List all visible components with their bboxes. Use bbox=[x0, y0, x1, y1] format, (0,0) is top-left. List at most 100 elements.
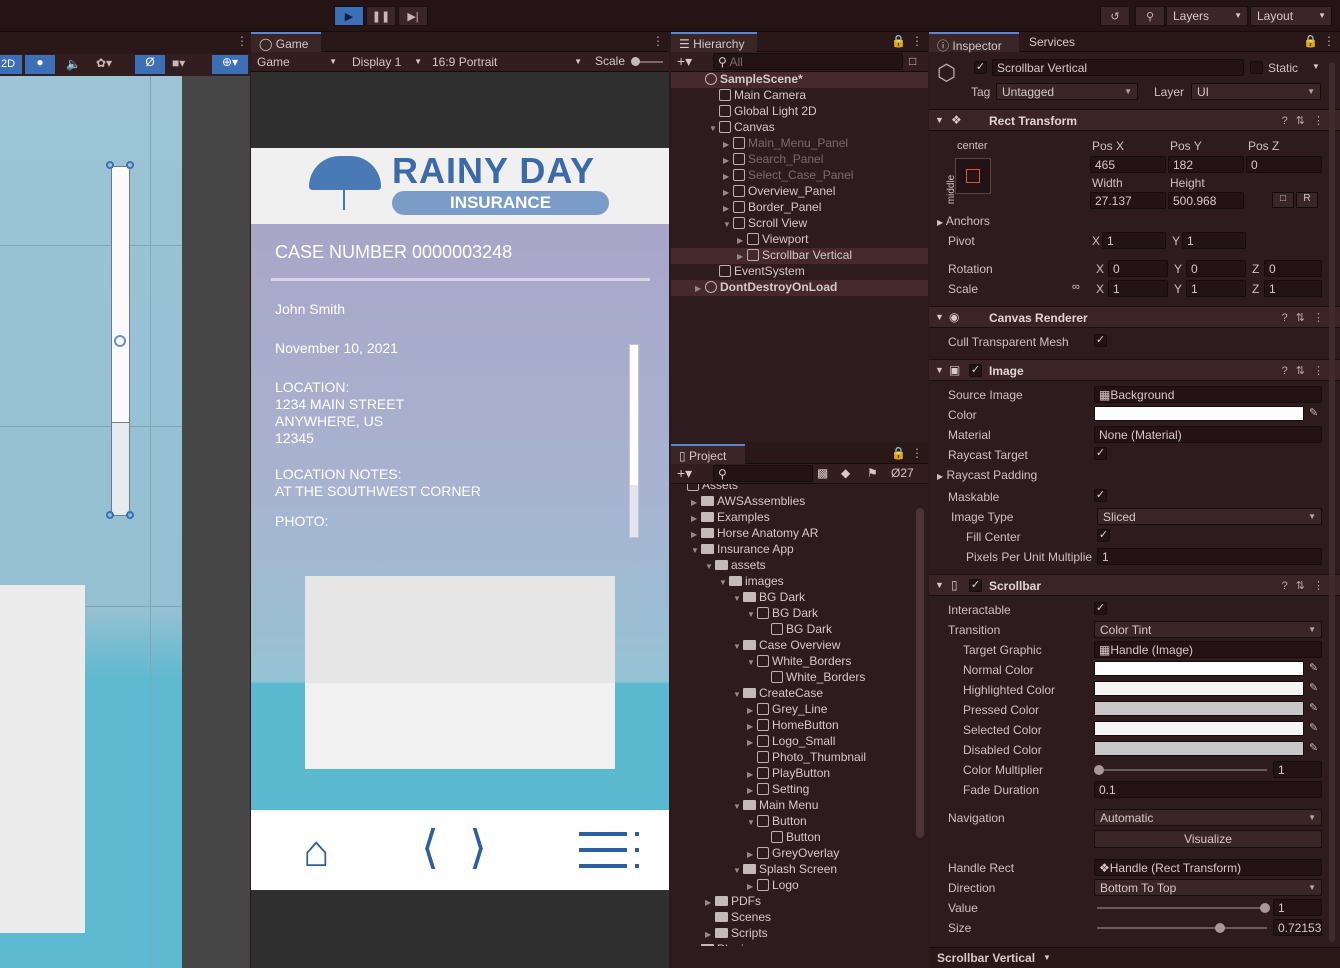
chevron-down-icon[interactable]: ▼ bbox=[709, 124, 719, 133]
chevron-right-icon[interactable]: ▶ bbox=[747, 882, 757, 891]
chevron-down-icon[interactable]: ▼ bbox=[733, 866, 743, 875]
pos-z-input[interactable]: 0 bbox=[1246, 156, 1322, 173]
chevron-down-icon[interactable]: ▼ bbox=[747, 658, 757, 667]
scene-menu-icon[interactable]: ⋮ bbox=[236, 34, 248, 48]
eyedropper-icon[interactable]: ✎ bbox=[1309, 406, 1318, 419]
layer-dropdown[interactable]: UI bbox=[1191, 83, 1321, 100]
project-item[interactable]: Photo_Thumbnail bbox=[671, 750, 915, 766]
lock-icon[interactable]: 🔒 bbox=[891, 34, 906, 48]
pause-button[interactable]: ❚❚ bbox=[366, 6, 396, 26]
raycast-target-checkbox[interactable]: ✓ bbox=[1094, 447, 1107, 460]
anchors-row[interactable]: ▶ Anchors bbox=[937, 214, 990, 228]
tab-game[interactable]: ◯ Game bbox=[251, 32, 321, 52]
hierarchy-menu-icon[interactable]: ⋮ bbox=[911, 34, 923, 48]
anchor-preset-button[interactable] bbox=[955, 158, 991, 194]
tab-services[interactable]: Services bbox=[1021, 32, 1091, 52]
chevron-right-icon[interactable]: ▶ bbox=[747, 738, 757, 747]
lock-icon[interactable]: 🔒 bbox=[1303, 34, 1318, 48]
scrollbar-enabled-checkbox[interactable]: ✓ bbox=[969, 579, 982, 592]
raw-edit-button[interactable]: R bbox=[1296, 192, 1318, 208]
eyedropper-icon[interactable]: ✎ bbox=[1309, 721, 1318, 734]
hierarchy-item[interactable]: ▶ Search_Panel bbox=[671, 152, 928, 168]
hierarchy-item[interactable]: ▶ DontDestroyOnLoad bbox=[671, 280, 928, 296]
component-icons[interactable]: ?⇅⋮ bbox=[1282, 114, 1332, 127]
menu-icon[interactable] bbox=[579, 832, 639, 870]
project-item[interactable]: ▼ Main Menu bbox=[671, 798, 915, 814]
display-dropdown[interactable]: Display 1 bbox=[348, 53, 426, 71]
hierarchy-item[interactable]: ▶ Main_Menu_Panel bbox=[671, 136, 928, 152]
chevron-right-icon[interactable]: ▶ bbox=[747, 786, 757, 795]
component-icons[interactable]: ?⇅⋮ bbox=[1282, 311, 1332, 324]
layout-dropdown[interactable]: Layout bbox=[1250, 6, 1332, 26]
fill-center-checkbox[interactable]: ✓ bbox=[1097, 529, 1110, 542]
size-input[interactable]: 0.72153 bbox=[1273, 919, 1322, 936]
hierarchy-item[interactable]: ▶ Scrollbar Vertical bbox=[671, 248, 928, 264]
chevron-down-icon[interactable]: ▼ bbox=[733, 802, 743, 811]
hierarchy-item[interactable]: ▼ Canvas bbox=[671, 120, 928, 136]
project-item[interactable]: ▼ Case Overview bbox=[671, 638, 915, 654]
blueprint-mode-icon[interactable]: □ bbox=[1272, 192, 1294, 208]
tab-project[interactable]: ▯ Project bbox=[671, 444, 745, 464]
history-button[interactable]: ↺ bbox=[1100, 6, 1130, 26]
chevron-down-icon[interactable]: ▼ bbox=[747, 610, 757, 619]
eyedropper-icon[interactable]: ✎ bbox=[1309, 741, 1318, 754]
raycast-padding-row[interactable]: ▶ Raycast Padding bbox=[937, 468, 1037, 482]
ppu-input[interactable]: 1 bbox=[1097, 548, 1322, 565]
static-dropdown-icon[interactable]: ▼ bbox=[1312, 62, 1320, 71]
hierarchy-item[interactable]: SampleScene* bbox=[671, 72, 928, 88]
layers-dropdown[interactable]: Layers bbox=[1166, 6, 1248, 26]
static-checkbox[interactable] bbox=[1250, 61, 1263, 74]
fade-duration-input[interactable]: 0.1 bbox=[1094, 781, 1322, 798]
tag-icon[interactable]: ⚑ bbox=[867, 466, 878, 480]
chevron-right-icon[interactable]: ▶ bbox=[723, 204, 733, 213]
project-item[interactable]: ▶ Scripts bbox=[671, 926, 915, 942]
project-scrollbar[interactable] bbox=[916, 508, 924, 838]
project-item[interactable]: ▶ Examples bbox=[671, 510, 915, 526]
scene-canvas[interactable] bbox=[0, 76, 182, 968]
project-item[interactable]: BG Dark bbox=[671, 622, 915, 638]
chevron-right-icon[interactable]: ▶ bbox=[737, 252, 747, 261]
scrollbar-component-header[interactable]: ▼ ▯ ✓ Scrollbar ?⇅⋮ bbox=[929, 574, 1340, 596]
scale-slider[interactable] bbox=[631, 57, 663, 66]
tab-inspector[interactable]: ⓘ Inspector bbox=[929, 32, 1019, 53]
chevron-right-icon[interactable]: ▶ bbox=[723, 172, 733, 181]
project-item[interactable]: ▶ HomeButton bbox=[671, 718, 915, 734]
project-menu-icon[interactable]: ⋮ bbox=[911, 446, 923, 460]
component-icons[interactable]: ?⇅⋮ bbox=[1282, 579, 1332, 592]
chevron-right-icon[interactable]: ▶ bbox=[747, 770, 757, 779]
eyedropper-icon[interactable]: ✎ bbox=[1309, 661, 1318, 674]
project-item[interactable]: ▶ PlayButton bbox=[671, 766, 915, 782]
chevron-down-icon[interactable]: ▼ bbox=[733, 642, 743, 651]
hierarchy-search-input[interactable]: ⚲ All bbox=[713, 53, 903, 70]
material-field[interactable]: None (Material) bbox=[1094, 426, 1322, 443]
lock-icon[interactable]: 🔒 bbox=[891, 446, 906, 460]
project-item[interactable]: ▶ Horse Anatomy AR bbox=[671, 526, 915, 542]
rect-handle-tr[interactable] bbox=[126, 161, 134, 169]
chevron-right-icon[interactable]: ▶ bbox=[695, 284, 705, 293]
chevron-right-icon[interactable]: ▶ bbox=[747, 722, 757, 731]
pivot-icon[interactable] bbox=[114, 335, 126, 347]
chevron-right-icon[interactable]: ▶ bbox=[691, 530, 701, 539]
project-item[interactable]: ▼ Button bbox=[671, 814, 915, 830]
chevron-down-icon[interactable]: ▼ bbox=[747, 818, 757, 827]
project-item[interactable]: ▼ Splash Screen bbox=[671, 862, 915, 878]
hierarchy-item[interactable]: ▶ Overview_Panel bbox=[671, 184, 928, 200]
rect-handle-bl[interactable] bbox=[106, 511, 114, 519]
chevron-down-icon[interactable]: ▼ bbox=[1043, 953, 1051, 962]
color-multiplier-slider[interactable] bbox=[1094, 765, 1267, 775]
chevron-right-icon[interactable]: ▶ bbox=[723, 156, 733, 165]
game-view-dropdown[interactable]: Game bbox=[253, 53, 341, 71]
image-component-header[interactable]: ▼ ▣ ✓ Image ?⇅⋮ bbox=[929, 359, 1340, 381]
project-item[interactable]: ▼ assets bbox=[671, 558, 915, 574]
disabled-color-swatch[interactable] bbox=[1094, 741, 1304, 756]
selected-color-swatch[interactable] bbox=[1094, 721, 1304, 736]
step-button[interactable]: ▶| bbox=[398, 6, 428, 26]
chevron-down-icon[interactable]: ▼ bbox=[705, 562, 715, 571]
eyedropper-icon[interactable]: ✎ bbox=[1309, 701, 1318, 714]
project-item[interactable]: Button bbox=[671, 830, 915, 846]
visualize-button[interactable]: Visualize bbox=[1094, 830, 1322, 848]
source-image-field[interactable]: ▦Background bbox=[1094, 386, 1322, 403]
constrain-proportions-icon[interactable]: ∞ bbox=[1072, 281, 1080, 293]
effects-icon[interactable]: ✿▾ bbox=[96, 56, 112, 70]
project-item[interactable]: ▼ BG Dark bbox=[671, 606, 915, 622]
